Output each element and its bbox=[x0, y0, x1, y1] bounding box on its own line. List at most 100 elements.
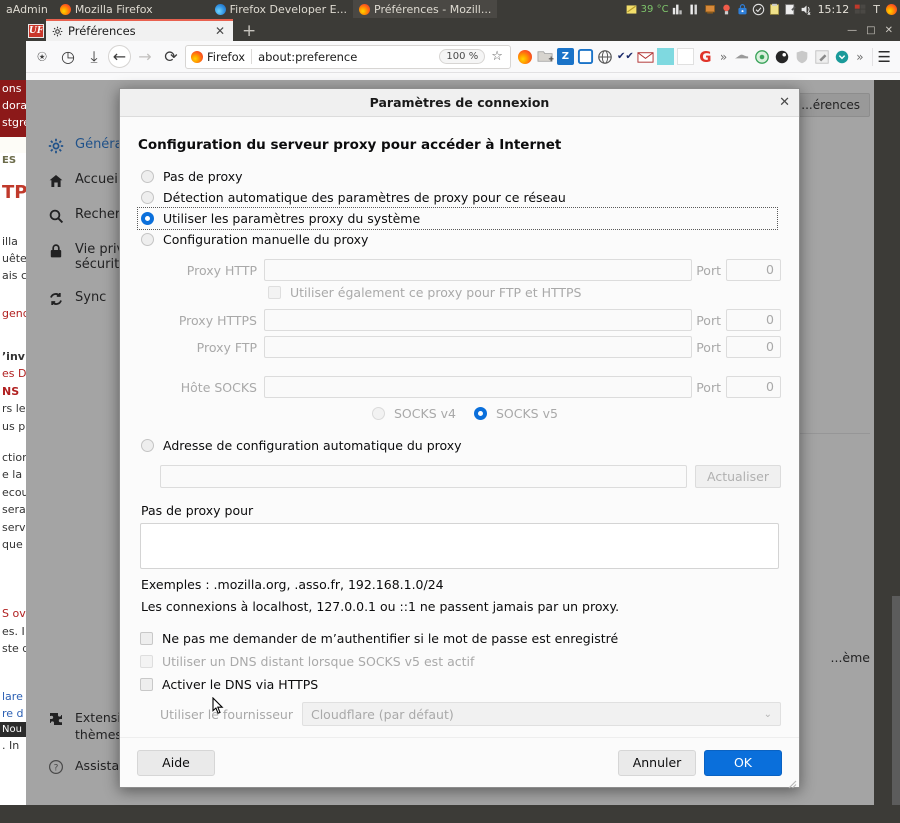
background-page-sliver: ons dora stgre ES TP illa uête ais c gen… bbox=[0, 80, 26, 805]
checkbox-dns-over-https[interactable]: Activer le DNS via HTTPS bbox=[138, 673, 781, 696]
check-circle-icon[interactable] bbox=[752, 3, 765, 16]
taskbar-item-1[interactable]: Mozilla Firefox bbox=[54, 0, 159, 18]
sliver-line: re d bbox=[2, 706, 24, 720]
close-icon[interactable]: ✕ bbox=[779, 95, 790, 110]
downloads-icon[interactable]: ⤓ bbox=[82, 45, 106, 69]
sliver-line: dora bbox=[0, 98, 26, 116]
close-icon[interactable]: ✕ bbox=[885, 25, 893, 36]
socks-host-input[interactable] bbox=[264, 376, 693, 398]
firefox-account-icon[interactable] bbox=[517, 48, 534, 65]
checkbox-no-prompt-auth[interactable]: Ne pas me demander de m’authentifier si … bbox=[138, 627, 781, 650]
help-button[interactable]: Aide bbox=[137, 749, 215, 776]
reload-icon[interactable]: ⟳ bbox=[159, 45, 183, 69]
teal-extension-icon[interactable] bbox=[656, 48, 674, 65]
sliver-line: uête bbox=[2, 251, 26, 265]
maximize-icon[interactable]: □ bbox=[866, 25, 875, 36]
window-outline-icon[interactable] bbox=[577, 48, 594, 65]
checkbox-remote-dns[interactable]: Utiliser un DNS distant lorsque SOCKS v5… bbox=[138, 650, 781, 673]
browser-tab-label: Préférences bbox=[68, 24, 136, 38]
display-icon[interactable] bbox=[704, 3, 717, 16]
radio-socks-v5-indicator[interactable] bbox=[473, 407, 487, 420]
firefox-logo-icon[interactable] bbox=[886, 3, 897, 15]
workspace-switcher-icon[interactable] bbox=[854, 3, 867, 16]
system-tray: 39 °C 15:12 T bbox=[625, 3, 900, 16]
provider-select[interactable]: Cloudflare (par défaut) ⌄ bbox=[301, 702, 781, 726]
overflow-chevron-icon[interactable]: » bbox=[717, 50, 730, 64]
temperature-label: 39 °C bbox=[640, 3, 669, 15]
back-icon[interactable]: ← bbox=[108, 45, 131, 68]
page-scrollbar[interactable] bbox=[892, 596, 900, 805]
edit-icon[interactable] bbox=[784, 3, 797, 16]
folder-add-icon[interactable] bbox=[537, 48, 554, 65]
radio-system-proxy[interactable]: Utiliser les paramètres proxy du système bbox=[137, 207, 778, 230]
sliver-line: ’inv bbox=[2, 350, 25, 364]
proxy-ftp-port-input[interactable]: 0 bbox=[726, 336, 781, 358]
resize-grip[interactable] bbox=[786, 774, 797, 789]
mail-icon[interactable] bbox=[637, 48, 654, 65]
auto-config-url-input[interactable] bbox=[160, 465, 687, 488]
pocket-icon[interactable] bbox=[833, 48, 850, 65]
lock-icon[interactable] bbox=[736, 3, 749, 16]
memory-graph-icon[interactable] bbox=[688, 3, 701, 16]
radio-label: Configuration manuelle du proxy bbox=[163, 232, 369, 247]
tray-letter-label[interactable]: T bbox=[870, 3, 883, 16]
url-input[interactable]: about:preference bbox=[258, 50, 433, 64]
new-tab-button[interactable]: + bbox=[233, 21, 265, 41]
proxy-http-input[interactable] bbox=[264, 259, 693, 281]
taskbar-item-2[interactable]: Firefox Developer E... bbox=[209, 0, 353, 18]
zoom-level-badge[interactable]: 100 % bbox=[439, 49, 486, 64]
minimize-icon[interactable]: — bbox=[847, 25, 857, 36]
overflow-chevron-icon[interactable]: » bbox=[853, 50, 866, 64]
sliver-line: stgre bbox=[0, 115, 26, 137]
bookmark-star-icon[interactable]: ☆ bbox=[491, 49, 505, 64]
proxy-ftp-input[interactable] bbox=[264, 336, 693, 358]
radio-label: Détection automatique des paramètres de … bbox=[163, 190, 566, 205]
dark-circle-icon[interactable] bbox=[773, 48, 790, 65]
socks-port-input[interactable]: 0 bbox=[726, 376, 781, 398]
note-icon[interactable] bbox=[625, 3, 638, 16]
shoe-icon[interactable] bbox=[733, 48, 750, 65]
zotero-icon[interactable]: Z bbox=[556, 48, 574, 65]
ok-button[interactable]: OK bbox=[704, 749, 782, 776]
bookmark-add-icon[interactable]: ⍟ bbox=[30, 45, 54, 69]
proxy-https-input[interactable] bbox=[264, 309, 693, 331]
browser-tab-preferences[interactable]: Préférences ✕ bbox=[46, 19, 233, 41]
url-bar[interactable]: Firefox about:preference 100 % ☆ bbox=[185, 44, 511, 69]
firefox-brand-chip: Firefox bbox=[191, 50, 245, 64]
refresh-button[interactable]: Actualiser bbox=[695, 465, 781, 488]
no-proxy-label: Pas de proxy pour bbox=[141, 503, 254, 518]
blank-extension-icon[interactable] bbox=[676, 48, 694, 65]
taskbar-item-label: Préférences - Mozill... bbox=[374, 2, 492, 16]
cpu-graph-icon[interactable] bbox=[672, 3, 685, 16]
clipboard-icon[interactable] bbox=[768, 3, 781, 16]
radio-auto-config-url[interactable]: Adresse de configuration automatique du … bbox=[138, 435, 781, 456]
cancel-button[interactable]: Annuler bbox=[618, 749, 696, 776]
forward-icon[interactable]: → bbox=[133, 45, 157, 69]
close-icon[interactable]: ✕ bbox=[213, 24, 227, 38]
radio-auto-detect[interactable]: Détection automatique des paramètres de … bbox=[138, 187, 781, 208]
taskbar-item-3[interactable]: Préférences - Mozill... bbox=[353, 0, 498, 18]
dialog-titlebar: Paramètres de connexion ✕ bbox=[120, 89, 799, 117]
no-proxy-textarea[interactable] bbox=[140, 523, 779, 569]
app-icon: UF bbox=[28, 24, 44, 38]
clock-label[interactable]: 15:12 bbox=[816, 3, 852, 16]
green-circle-icon[interactable] bbox=[753, 48, 770, 65]
volume-muted-icon[interactable] bbox=[800, 3, 813, 16]
radio-no-proxy[interactable]: Pas de proxy bbox=[138, 166, 781, 187]
history-icon[interactable]: ◷ bbox=[56, 45, 80, 69]
shield-icon[interactable] bbox=[793, 48, 810, 65]
app-menu-icon[interactable]: ☰ bbox=[871, 47, 896, 66]
g-extension-icon[interactable]: G bbox=[697, 48, 714, 66]
sliver-line: . In bbox=[2, 739, 20, 753]
radio-manual-proxy[interactable]: Configuration manuelle du proxy bbox=[138, 229, 781, 250]
checkbox-same-proxy-ftp-https[interactable]: Utiliser également ce proxy pour FTP et … bbox=[266, 281, 781, 304]
highlighter-icon[interactable] bbox=[813, 48, 830, 65]
globe-icon[interactable] bbox=[597, 48, 614, 65]
taskbar-item-0[interactable]: aAdmin bbox=[0, 0, 54, 18]
radio-socks-v4-indicator[interactable] bbox=[372, 407, 385, 420]
mouse-cursor bbox=[212, 696, 224, 715]
proxy-http-port-input[interactable]: 0 bbox=[726, 259, 781, 281]
proxy-https-port-input[interactable]: 0 bbox=[726, 309, 781, 331]
checkmarks-icon[interactable]: ✔✔ bbox=[617, 48, 634, 65]
bulb-icon[interactable] bbox=[720, 3, 733, 16]
